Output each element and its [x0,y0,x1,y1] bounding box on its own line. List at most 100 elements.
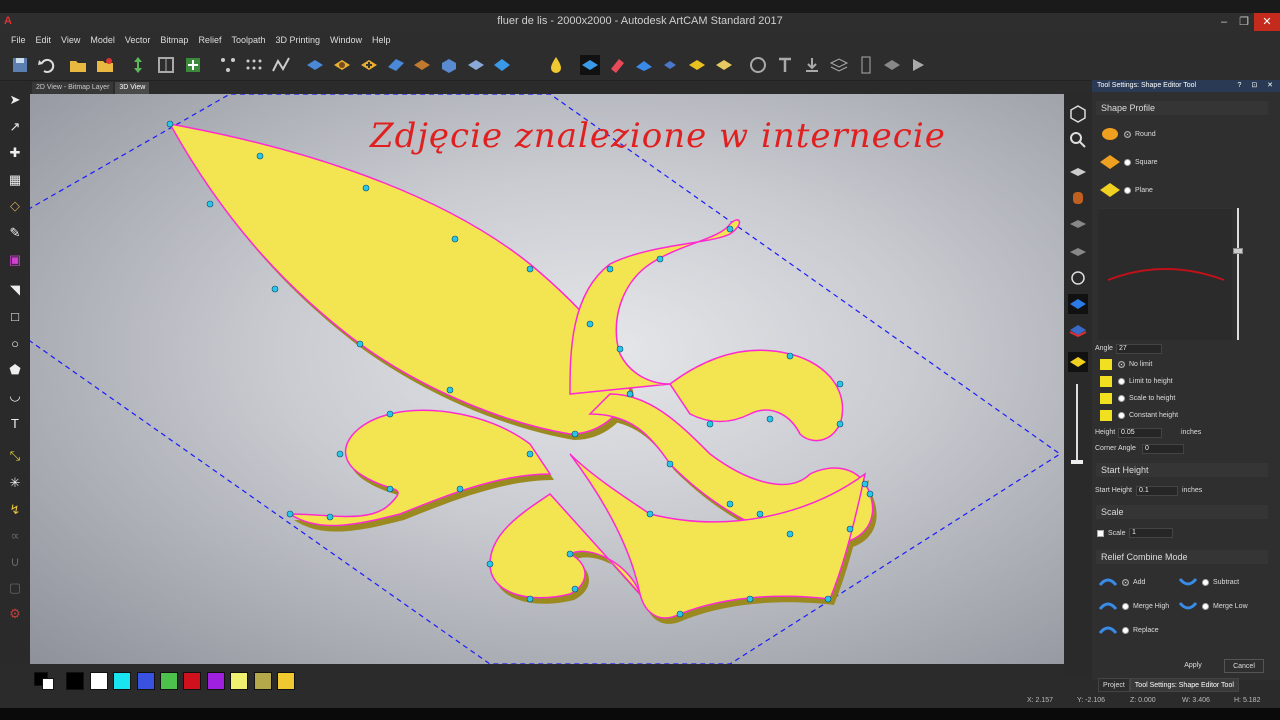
view-cube-icon[interactable] [1068,104,1088,124]
vertical-slider-track[interactable] [1076,384,1078,464]
palette-swatch[interactable] [66,672,84,690]
panel-header-buttons[interactable]: ? ⊡ ✕ [1237,80,1277,92]
relief-smooth-icon[interactable] [466,55,486,75]
round-radio[interactable] [1124,130,1131,138]
vertical-slider-knob[interactable] [1071,460,1083,464]
menu-help[interactable]: Help [367,31,396,49]
section-shape-profile[interactable]: Shape Profile [1096,101,1268,115]
shape-square-option[interactable]: Square [1100,154,1158,170]
polygon-icon[interactable]: ⬟ [7,362,23,378]
relief-shift-icon[interactable] [492,55,512,75]
secondary-color-swatch[interactable] [42,678,54,690]
combine-merge-high-option[interactable]: Merge High [1098,598,1169,614]
layers-gray-icon[interactable] [1068,214,1088,234]
rectangle-icon[interactable]: □ [7,309,23,325]
transform-icon[interactable]: ✚ [7,145,23,161]
sculpt-icon[interactable] [634,55,654,75]
plane-radio[interactable] [1124,186,1131,194]
palette-swatch[interactable] [160,672,178,690]
palette-swatch[interactable] [90,672,108,690]
bake-icon[interactable] [714,55,734,75]
menu-vector[interactable]: Vector [120,31,156,49]
cylinder-icon[interactable] [1068,188,1088,208]
palette-swatch[interactable] [183,672,201,690]
combine-subtract-option[interactable]: Subtract [1178,574,1239,590]
tab-2d-view[interactable]: 2D View - Bitmap Layer [32,82,114,94]
flat-plane-icon[interactable] [1068,162,1088,182]
rotate-view-icon[interactable] [1068,268,1088,288]
combine-replace-option[interactable]: Replace [1098,622,1159,638]
drop-icon[interactable] [546,55,566,75]
combine-add-option[interactable]: Add [1098,574,1145,590]
limit-to-height-option[interactable]: Limit to height [1100,373,1173,389]
no-limit-option[interactable]: No limit [1100,356,1152,372]
angle-input[interactable]: 27 [1116,344,1162,354]
close-icon[interactable]: ✕ [1254,13,1280,31]
menu-view[interactable]: View [56,31,85,49]
shape-editor-icon[interactable] [580,55,600,75]
menu-window[interactable]: Window [325,31,367,49]
replace-radio[interactable] [1122,626,1129,634]
limit-to-height-radio[interactable] [1118,377,1125,385]
relief-red-icon[interactable] [1068,320,1088,340]
combine-merge-low-option[interactable]: Merge Low [1178,598,1248,614]
relief-yellow-icon[interactable] [1068,352,1088,372]
join-icon[interactable]: ∝ [7,528,23,544]
polyline-icon[interactable]: ◥ [7,282,23,298]
relief-block-icon[interactable] [412,55,432,75]
palette-swatch[interactable] [254,672,272,690]
section-start-height[interactable]: Start Height [1096,463,1268,477]
relief-merge-icon[interactable] [332,55,352,75]
palette-swatch[interactable] [207,672,225,690]
constant-height-radio[interactable] [1118,411,1125,419]
text-tool-icon[interactable]: T [7,416,23,432]
bitmap-tool-icon[interactable]: ◇ [7,198,23,214]
scale-option[interactable]: Scale [1097,525,1126,541]
offset-icon[interactable]: ∪ [7,554,23,570]
minimize-icon[interactable]: – [1214,13,1234,31]
restore-icon[interactable]: ❐ [1234,13,1254,31]
export-icon[interactable] [802,55,822,75]
relief-flat-icon[interactable] [305,55,325,75]
paint-brush-icon[interactable]: ✎ [7,225,23,241]
menu-file[interactable]: File [6,31,31,49]
subtract-radio[interactable] [1202,578,1209,586]
cancel-button[interactable]: Cancel [1224,659,1264,673]
stack-icon[interactable] [829,55,849,75]
profile-graph[interactable] [1098,207,1232,340]
node-select-icon[interactable]: ↗ [7,119,23,135]
magic-wand-icon[interactable]: ✳ [7,475,23,491]
section-scale[interactable]: Scale [1096,505,1268,519]
scale-input[interactable]: 1 [1129,528,1173,538]
no-limit-radio[interactable] [1118,360,1125,368]
chain-icon[interactable] [856,55,876,75]
menu-3d-printing[interactable]: 3D Printing [270,31,325,49]
eraser-icon[interactable] [607,55,627,75]
tab-tool-settings[interactable]: Tool Settings: Shape Editor Tool [1129,678,1239,692]
select-arrow-icon[interactable]: ➤ [7,92,23,108]
menu-toolpath[interactable]: Toolpath [226,31,270,49]
circle-icon[interactable]: ○ [7,336,23,352]
angle-slider-knob[interactable] [1233,248,1243,254]
smooth-icon[interactable]: ↯ [7,502,23,518]
relief-add-icon[interactable] [359,55,379,75]
3d-viewport[interactable]: Zdjęcie znalezione w internecie [30,94,1064,664]
scale-checkbox[interactable] [1097,529,1104,537]
zoom-icon[interactable] [1068,130,1088,150]
tab-project[interactable]: Project [1098,678,1130,692]
scale-to-height-radio[interactable] [1118,394,1125,402]
menu-model[interactable]: Model [85,31,120,49]
node-edit-icon[interactable] [218,55,238,75]
move-icon[interactable] [128,55,148,75]
grid-icon[interactable] [156,55,176,75]
menu-relief[interactable]: Relief [193,31,226,49]
arc-icon[interactable]: ◡ [7,388,23,404]
square-radio[interactable] [1124,158,1131,166]
undo-icon[interactable] [36,55,56,75]
height-input[interactable]: 0.05 [1118,428,1162,438]
relief-tilt-icon[interactable] [386,55,406,75]
shape-round-option[interactable]: Round [1100,126,1156,142]
start-height-input[interactable]: 0.1 [1136,486,1178,496]
relief-blue-icon[interactable] [1068,294,1088,314]
grid-tool-icon[interactable]: ▦ [7,172,23,188]
